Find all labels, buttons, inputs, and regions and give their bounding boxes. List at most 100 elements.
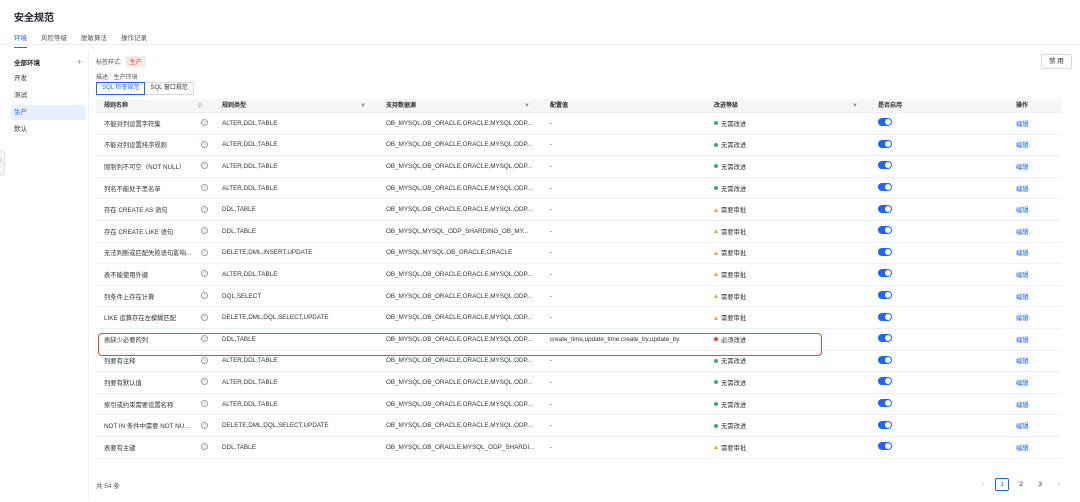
edit-link[interactable]: 编辑 <box>1016 315 1029 322</box>
help-icon[interactable]: ? <box>201 378 208 386</box>
edit-link[interactable]: 编辑 <box>1016 294 1029 301</box>
sidebar-collapse-handle[interactable]: ‹ <box>0 150 5 176</box>
enabled-toggle[interactable] <box>878 139 892 148</box>
sidebar-item-prod[interactable]: 生产 <box>11 105 85 120</box>
edit-link[interactable]: 编辑 <box>1016 272 1029 279</box>
page-3-button[interactable]: 3 <box>1033 478 1047 491</box>
tab-operation-log[interactable]: 操作记录 <box>121 32 147 48</box>
enabled-toggle[interactable] <box>878 377 892 386</box>
disable-button[interactable]: 禁 用 <box>1041 54 1072 69</box>
edit-link[interactable]: 编辑 <box>1016 142 1029 149</box>
description-value: 生产环境 <box>113 75 138 81</box>
enabled-toggle[interactable] <box>878 355 892 364</box>
cell-rule-name: 列要有默认值? <box>96 378 214 387</box>
edit-link[interactable]: 编辑 <box>1016 229 1029 236</box>
edit-link[interactable]: 编辑 <box>1016 207 1029 214</box>
chevron-left-icon[interactable]: ‹ <box>976 478 990 491</box>
enabled-toggle[interactable] <box>878 161 892 170</box>
edit-link[interactable]: 编辑 <box>1016 423 1029 430</box>
sidebar-item-default[interactable]: 默认 <box>11 122 85 137</box>
cell-rule-type: ALTER,DDL,TABLE <box>222 270 278 278</box>
enabled-toggle[interactable] <box>878 420 892 429</box>
status-dot-icon <box>714 337 718 342</box>
enabled-toggle[interactable] <box>878 183 892 192</box>
chevron-right-icon[interactable]: › <box>1052 478 1066 491</box>
cell-action: 编辑 <box>1008 162 1062 171</box>
filter-icon[interactable]: ▼ <box>360 99 366 113</box>
warning-icon <box>714 445 718 450</box>
help-icon[interactable]: ? <box>201 443 208 451</box>
level-label: 需要审批 <box>721 250 747 258</box>
enabled-toggle[interactable] <box>878 399 892 408</box>
tag-style-label: 标签样式: <box>96 60 122 66</box>
search-icon[interactable]: ⚲ <box>198 99 202 113</box>
table-row: 列要有注释? ALTER,DDL,TABLE OB_MYSQL,OB_ORACLE,… <box>96 351 1062 373</box>
help-icon[interactable]: ? <box>201 227 208 235</box>
cell-rule-name: 不能对列设置排序规则? <box>96 140 214 149</box>
enabled-toggle[interactable] <box>878 291 892 300</box>
help-icon[interactable]: ? <box>201 335 208 343</box>
edit-link[interactable]: 编辑 <box>1016 250 1029 257</box>
cell-config: - <box>550 184 553 192</box>
rules-table: 规则名称 ⚲ 规则类型 ▼ 支持数据源 ▼ 配置值 改进等级 ▼ 是否启用 操作 不能对… <box>96 99 1062 459</box>
edit-link[interactable]: 编辑 <box>1016 121 1029 128</box>
help-icon[interactable]: ? <box>201 270 208 278</box>
level-label: 无需改进 <box>721 120 747 128</box>
help-icon[interactable]: ? <box>201 140 208 148</box>
page-1-button[interactable]: 1 <box>995 478 1009 491</box>
sidebar-item-dev[interactable]: 开发 <box>11 71 85 86</box>
cell-rule-type: ALTER,DDL,TABLE <box>222 378 278 386</box>
cell-rule-name: 存在 CREATE AS 语句? <box>96 205 214 214</box>
enabled-toggle[interactable] <box>878 334 892 343</box>
sidebar-item-test[interactable]: 测试 <box>11 88 85 103</box>
tab-masking-algorithm[interactable]: 脱敏算法 <box>81 32 107 48</box>
help-icon[interactable]: ? <box>201 248 208 256</box>
help-icon[interactable]: ? <box>201 292 208 300</box>
edit-link[interactable]: 编辑 <box>1016 358 1029 365</box>
level-label: 无需改进 <box>721 423 747 431</box>
tab-sql-window[interactable]: SQL 窗口规范 <box>145 82 194 95</box>
filter-icon[interactable]: ▼ <box>852 99 858 113</box>
edit-link[interactable]: 编辑 <box>1016 380 1029 387</box>
cell-config: - <box>550 314 553 322</box>
col-config-label: 配置值 <box>550 102 569 109</box>
edit-link[interactable]: 编辑 <box>1016 402 1029 409</box>
table-header: 规则名称 ⚲ 规则类型 ▼ 支持数据源 ▼ 配置值 改进等级 ▼ 是否启用 操作 <box>96 99 1062 113</box>
plus-icon[interactable]: + <box>77 57 82 67</box>
status-dot-icon <box>714 358 718 363</box>
enabled-toggle[interactable] <box>878 204 892 213</box>
rule-name: 列条件上存在计算 <box>104 293 155 301</box>
tab-environment[interactable]: 环境 <box>14 32 27 48</box>
enabled-toggle[interactable] <box>878 118 892 127</box>
enabled-toggle[interactable] <box>878 442 892 451</box>
edit-link[interactable]: 编辑 <box>1016 186 1029 193</box>
help-icon[interactable]: ? <box>201 313 208 321</box>
cell-rule-type: DDL,TABLE <box>222 227 256 235</box>
help-icon[interactable]: ? <box>201 119 208 127</box>
help-icon[interactable]: ? <box>201 400 208 408</box>
col-action: 操作 <box>1008 99 1062 113</box>
page-2-button[interactable]: 2 <box>1014 478 1028 491</box>
enabled-toggle[interactable] <box>878 312 892 321</box>
filter-icon[interactable]: ▼ <box>524 99 530 113</box>
edit-link[interactable]: 编辑 <box>1016 445 1029 452</box>
help-icon[interactable]: ? <box>201 205 208 213</box>
help-icon[interactable]: ? <box>201 356 208 364</box>
enabled-toggle[interactable] <box>878 247 892 256</box>
edit-link[interactable]: 编辑 <box>1016 164 1029 171</box>
help-icon[interactable]: ? <box>201 184 208 192</box>
help-icon[interactable]: ? <box>201 421 208 429</box>
enabled-toggle[interactable] <box>878 269 892 278</box>
cell-rule-type: ALTER,DDL,TABLE <box>222 357 278 365</box>
cell-enabled <box>870 442 1008 452</box>
level-label: 需要审批 <box>721 207 747 215</box>
help-icon[interactable]: ? <box>201 162 208 170</box>
tab-sql-check[interactable]: SQL 检查规范 <box>96 82 146 95</box>
enabled-toggle[interactable] <box>878 226 892 235</box>
cell-enabled <box>870 204 1008 215</box>
edit-link[interactable]: 编辑 <box>1016 337 1029 344</box>
status-dot-icon <box>714 402 718 407</box>
tab-risk-level[interactable]: 风险等级 <box>41 32 67 48</box>
cell-config: - <box>550 422 553 430</box>
cell-datasource: OB_MYSQL,MYSQL_ODP_SHARDING_OB_MY... <box>386 227 529 235</box>
